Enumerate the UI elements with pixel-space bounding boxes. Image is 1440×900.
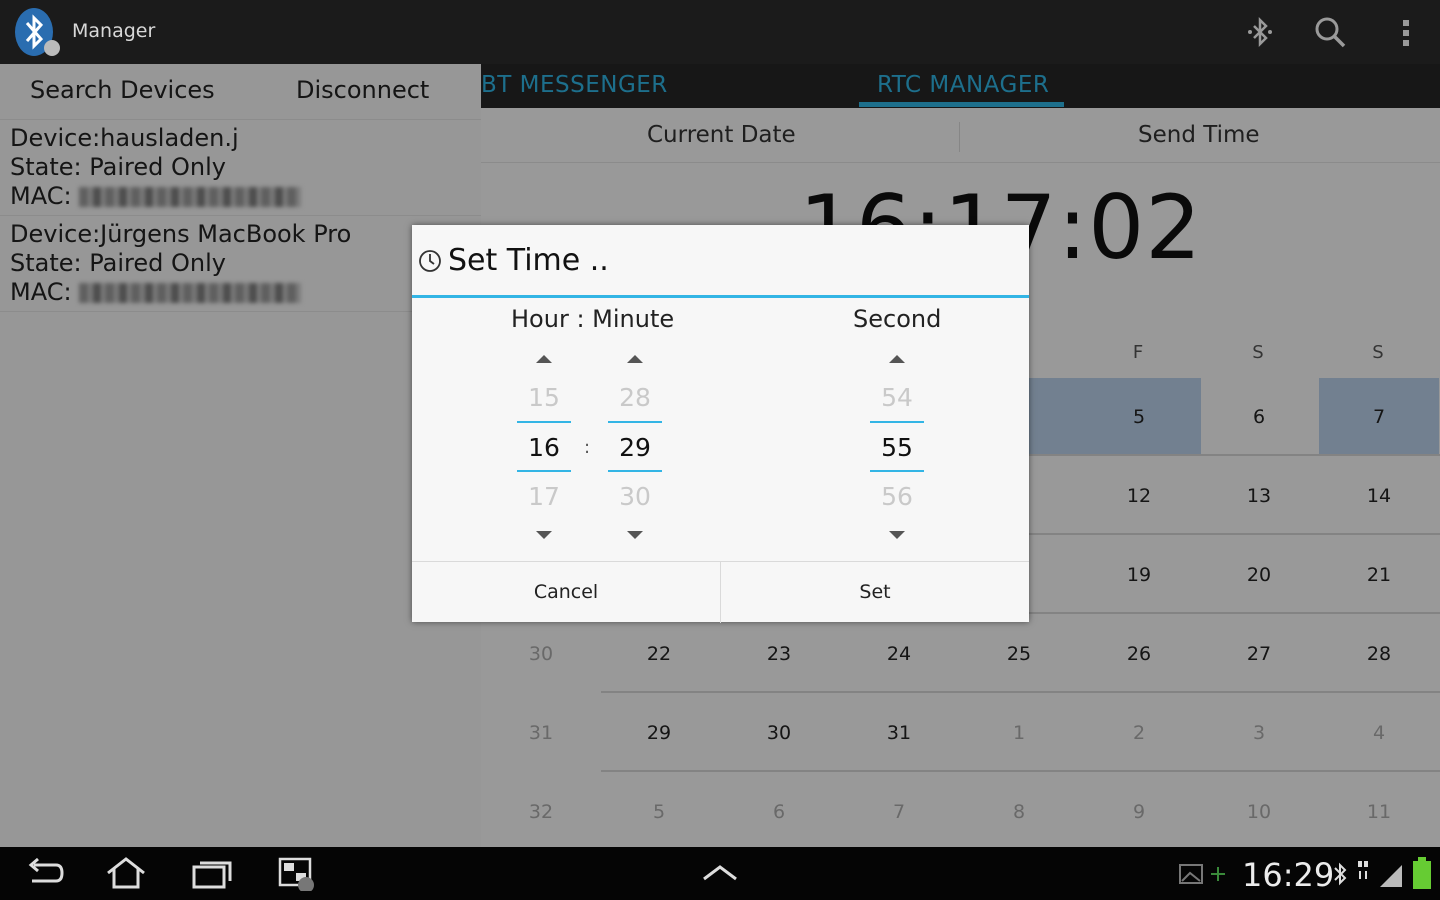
second-decrement-arrow[interactable] xyxy=(889,531,905,539)
screenshot-icon[interactable] xyxy=(276,855,320,891)
overflow-menu-icon[interactable] xyxy=(1390,14,1426,50)
action-bar: Manager xyxy=(0,0,1440,64)
signal-icon xyxy=(1358,861,1402,887)
bluetooth-status-icon xyxy=(1334,862,1347,886)
second-value[interactable]: 55 xyxy=(869,433,925,462)
hour-prev-value[interactable]: 15 xyxy=(516,383,572,412)
bluetooth-app-icon[interactable] xyxy=(12,6,60,58)
clock-icon xyxy=(419,250,441,272)
dialog-title: Set Time .. xyxy=(448,243,609,278)
up-chevron-icon[interactable] xyxy=(698,855,742,891)
hour-decrement-arrow[interactable] xyxy=(536,531,552,539)
hour-value[interactable]: 16 xyxy=(516,433,572,462)
picker-divider xyxy=(608,421,662,423)
search-icon[interactable] xyxy=(1312,14,1348,50)
title-divider xyxy=(412,295,1029,298)
second-next-value[interactable]: 56 xyxy=(869,482,925,511)
minute-prev-value[interactable]: 28 xyxy=(607,383,663,412)
bluetooth-scan-icon[interactable] xyxy=(1242,14,1278,50)
time-separator: : xyxy=(584,437,591,458)
picker-divider xyxy=(870,421,924,423)
minute-decrement-arrow[interactable] xyxy=(627,531,643,539)
set-time-dialog: Set Time .. Hour : Minute Second 15 16 1… xyxy=(412,225,1029,623)
app-title: Manager xyxy=(72,20,156,42)
back-icon[interactable] xyxy=(22,855,66,891)
hour-increment-arrow[interactable] xyxy=(536,355,552,363)
home-icon[interactable] xyxy=(104,855,148,891)
cancel-button[interactable]: Cancel xyxy=(412,562,720,623)
minute-value[interactable]: 29 xyxy=(607,433,663,462)
picker-divider xyxy=(608,470,662,472)
hour-next-value[interactable]: 17 xyxy=(516,482,572,511)
second-label: Second xyxy=(853,305,942,333)
battery-icon xyxy=(1413,857,1431,889)
second-prev-value[interactable]: 54 xyxy=(869,383,925,412)
status-clock: 16:29 xyxy=(1242,856,1335,894)
notification-icons xyxy=(1179,864,1225,884)
system-nav-bar: 16:29 xyxy=(0,847,1440,900)
set-button[interactable]: Set xyxy=(721,562,1029,623)
picker-divider xyxy=(517,421,571,423)
dialog-button-bar: Cancel Set xyxy=(412,561,1029,623)
second-increment-arrow[interactable] xyxy=(889,355,905,363)
recent-apps-icon[interactable] xyxy=(190,855,234,891)
picker-divider xyxy=(517,470,571,472)
hour-minute-label: Hour : Minute xyxy=(511,305,675,333)
minute-increment-arrow[interactable] xyxy=(627,355,643,363)
minute-next-value[interactable]: 30 xyxy=(607,482,663,511)
picker-divider xyxy=(870,470,924,472)
